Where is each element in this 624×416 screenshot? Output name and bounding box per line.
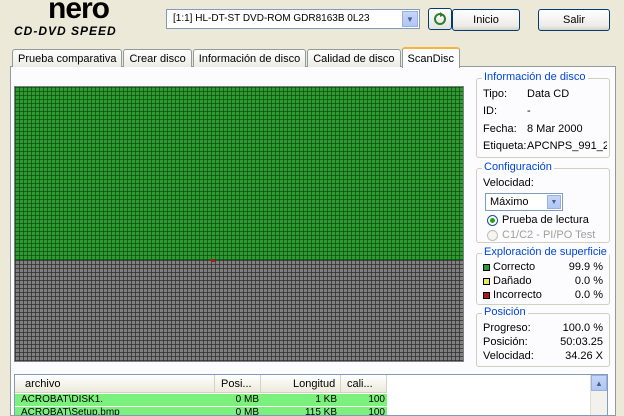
incorrect-value: 0.0 % (574, 289, 603, 301)
file-list-scrollbar[interactable]: ▲ (590, 375, 607, 415)
file-length: 1 KB (315, 394, 337, 405)
surface-scan-title: Exploración de superficie (482, 246, 609, 258)
c1c2-test-radio[interactable] (487, 230, 498, 241)
disc-label-label: Etiqueta: (483, 140, 527, 152)
read-test-label: Prueba de lectura (502, 214, 589, 226)
disc-id-label: ID: (483, 105, 498, 117)
disc-date-value: 8 Mar 2000 (527, 123, 583, 135)
tab-bar: Prueba comparativa Crear disco Informaci… (12, 47, 461, 68)
position-value: 50:03.25 (560, 336, 603, 348)
disc-info-title: Información de disco (482, 71, 588, 83)
damaged-value: 0.0 % (574, 275, 603, 287)
file-position: 0 MB (235, 407, 259, 416)
refresh-button[interactable] (428, 8, 452, 30)
progress-label: Progreso: (483, 322, 531, 334)
file-position: 0 MB (235, 394, 259, 405)
disc-id-value: - (527, 105, 531, 117)
surface-scan-group: Exploración de superficie Correcto 99.9 … (476, 246, 610, 305)
speed-select-value: Máximo (490, 196, 529, 208)
table-row[interactable]: ACROBAT\Setup.bmp 0 MB 115 KB 100 (15, 407, 387, 416)
legend-incorrect (483, 292, 490, 299)
refresh-icon (434, 12, 446, 25)
file-quality: 100 (368, 394, 385, 405)
file-length: 115 KB (304, 407, 337, 416)
c1c2-test-label: C1/C2 - PI/PO Test (502, 229, 596, 241)
tab-disc-info[interactable]: Información de disco (192, 49, 307, 67)
drive-select[interactable]: [1:1] HL-DT-ST DVD-ROM GDR8163B 0L23 ▼ (166, 9, 420, 29)
file-list[interactable]: archivo Posi... Longitud cali... ACROBAT… (14, 374, 608, 416)
column-length[interactable]: Longitud (261, 375, 341, 393)
scan-position-marker (211, 259, 215, 262)
disc-label-value: APCNPS_991_2I (527, 140, 607, 152)
legend-damaged (483, 278, 490, 285)
scanned-good-area (15, 87, 463, 260)
position-title: Posición (482, 306, 528, 318)
file-quality: 100 (368, 407, 385, 416)
disc-type-label: Tipo: (483, 88, 508, 100)
read-test-radio[interactable] (487, 215, 498, 226)
file-list-header: archivo Posi... Longitud cali... (15, 375, 387, 393)
correct-label: Correcto (493, 261, 536, 273)
cd-dvd-speed-logo: CD-DVD SPEED (14, 24, 117, 38)
legend-correct (483, 264, 490, 271)
tab-benchmark[interactable]: Prueba comparativa (12, 49, 123, 67)
column-quality[interactable]: cali... (341, 375, 387, 393)
tab-create-disc[interactable]: Crear disco (123, 49, 192, 67)
disc-info-group: Información de disco Tipo: Data CD ID: -… (476, 71, 610, 158)
position-group: Posición Progreso: 100.0 % Posición: 50:… (476, 306, 610, 367)
chevron-down-icon[interactable]: ▼ (547, 195, 561, 209)
file-name: ACROBAT\Setup.bmp (21, 407, 120, 416)
speed-label: Velocidad: (483, 177, 534, 189)
nero-logo: nero (48, 0, 110, 25)
unscanned-area (15, 259, 463, 361)
disc-type-value: Data CD (527, 88, 570, 100)
column-file[interactable]: archivo (15, 375, 215, 393)
read-speed-value: 34.26 X (565, 350, 603, 362)
chevron-down-icon[interactable]: ▼ (402, 11, 418, 27)
speed-select[interactable]: Máximo ▼ (485, 193, 563, 211)
scroll-up-icon[interactable]: ▲ (591, 375, 607, 391)
read-speed-label: Velocidad: (483, 350, 534, 362)
incorrect-label: Incorrecto (493, 289, 542, 301)
tab-disc-quality[interactable]: Calidad de disco (307, 49, 401, 67)
exit-button[interactable]: Salir (538, 9, 610, 31)
damaged-label: Dañado (493, 275, 532, 287)
start-button[interactable]: Inicio (452, 9, 520, 31)
tab-scandisc[interactable]: ScanDisc (401, 47, 461, 68)
progress-value: 100.0 % (562, 322, 603, 334)
config-group: Configuración Velocidad: Máximo ▼ Prueba… (476, 161, 610, 243)
disc-date-label: Fecha: (483, 123, 517, 135)
correct-value: 99.9 % (568, 261, 603, 273)
table-row[interactable]: ACROBAT\DISK1. 0 MB 1 KB 100 (15, 394, 387, 406)
scan-surface-grid (14, 86, 464, 362)
config-title: Configuración (482, 161, 554, 173)
file-name: ACROBAT\DISK1. (21, 394, 104, 405)
drive-select-value: [1:1] HL-DT-ST DVD-ROM GDR8163B 0L23 (173, 13, 370, 24)
column-position[interactable]: Posi... (215, 375, 261, 393)
position-label: Posición: (483, 336, 528, 348)
